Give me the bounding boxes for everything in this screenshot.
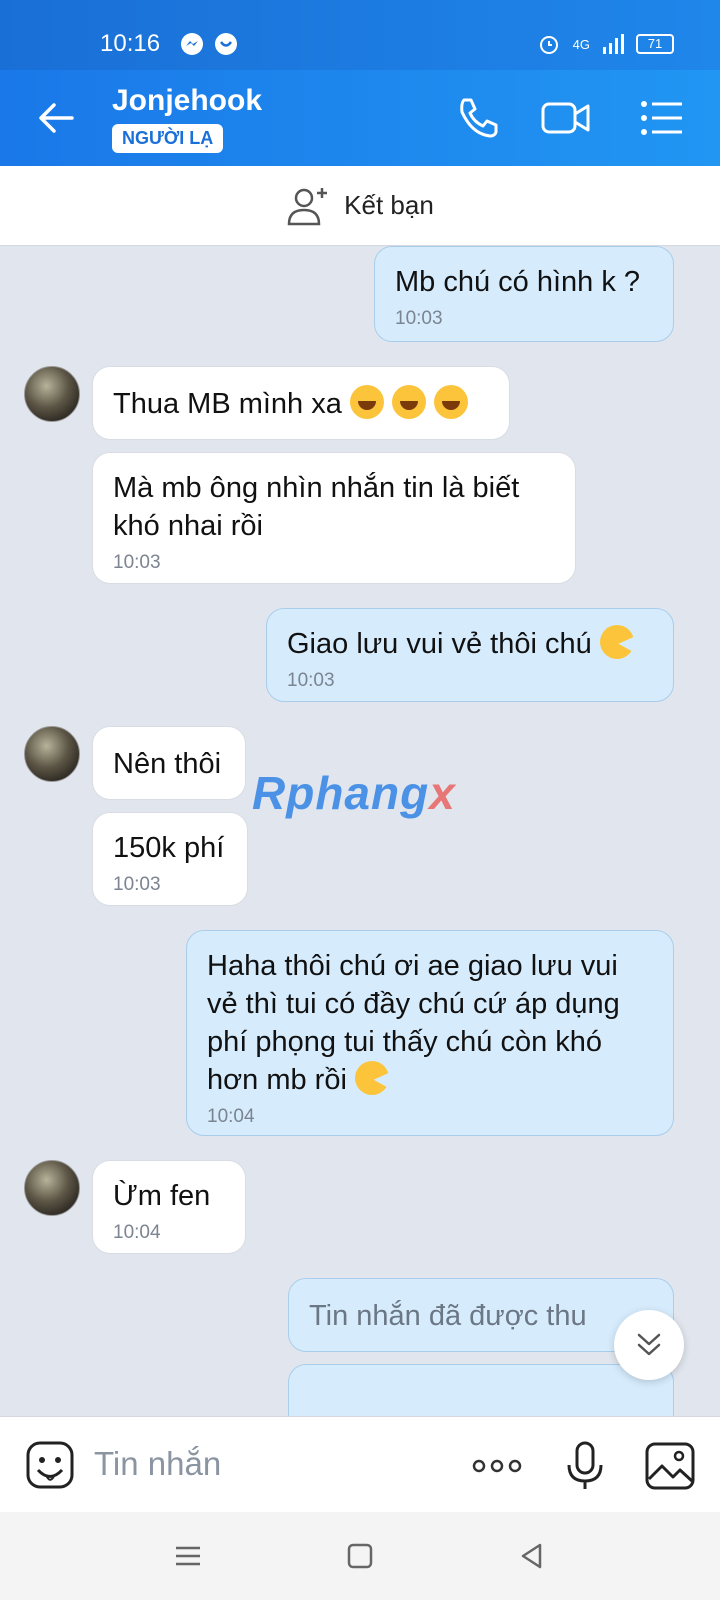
status-bar: 10:16 4G 71	[0, 0, 720, 70]
pacman-emoji-icon	[354, 1061, 389, 1095]
contact-avatar[interactable]	[24, 1160, 80, 1216]
contact-avatar[interactable]	[24, 366, 80, 422]
message-text: Thua MB mình xa	[113, 388, 342, 420]
message-text: Haha thôi chú ơi ae giao lưu vui vẻ thì …	[207, 950, 620, 1096]
laughing-emoji-icon	[391, 385, 426, 419]
network-type: 4G	[572, 36, 590, 52]
chat-header: Jonjehook NGƯỜI LẠ	[0, 70, 720, 166]
image-gallery-icon[interactable]	[644, 1439, 698, 1493]
scroll-to-bottom-button[interactable]	[614, 1310, 684, 1380]
alarm-icon	[539, 36, 558, 54]
pacman-emoji-icon	[599, 625, 634, 659]
recent-apps-icon[interactable]	[170, 1538, 206, 1574]
contact-name[interactable]: Jonjehook	[112, 84, 262, 118]
message-bubble-in[interactable]: Thua MB mình xa	[92, 366, 510, 440]
message-list[interactable]: Mb chú có hình k ? 10:03 Thua MB mình xa…	[0, 246, 720, 1416]
menu-list-icon[interactable]	[636, 94, 688, 142]
message-bubble-out[interactable]: Haha thôi chú ơi ae giao lưu vui vẻ thì …	[186, 930, 674, 1136]
stranger-badge: NGƯỜI LẠ	[112, 124, 224, 153]
message-time: 10:04	[113, 1222, 161, 1243]
message-time: 10:03	[113, 552, 161, 573]
phone-call-icon[interactable]	[452, 94, 504, 142]
video-call-icon[interactable]	[540, 94, 592, 142]
add-friend-bar[interactable]: Kết bạn	[0, 166, 720, 246]
message-time: 10:03	[395, 308, 443, 329]
message-text: Ừm fen	[113, 1180, 211, 1212]
back-triangle-icon[interactable]	[514, 1538, 550, 1574]
double-chevron-down-icon	[637, 1333, 661, 1356]
laughing-emoji-icon	[433, 385, 468, 419]
message-time: 10:04	[207, 1106, 255, 1127]
message-text: Giao lưu vui vẻ thôi chú	[287, 628, 592, 660]
more-options-icon[interactable]	[470, 1439, 524, 1493]
battery-icon: 71	[636, 34, 674, 54]
status-time: 10:16	[100, 30, 161, 57]
message-bubble-in[interactable]: Mà mb ông nhìn nhắn tin là biết khó nhai…	[92, 452, 576, 584]
home-icon[interactable]	[342, 1538, 378, 1574]
chat-heart-icon	[215, 33, 237, 55]
message-bubble-out[interactable]	[288, 1364, 674, 1416]
add-friend-icon	[287, 187, 328, 225]
message-time: 10:03	[113, 874, 161, 895]
message-time: 10:03	[287, 670, 335, 691]
system-navigation-bar	[0, 1512, 720, 1600]
message-bubble-out[interactable]: Giao lưu vui vẻ thôi chú 10:03	[266, 608, 674, 702]
back-arrow-icon[interactable]	[30, 92, 82, 144]
contact-avatar[interactable]	[24, 726, 80, 782]
message-bubble-in[interactable]: Ừm fen 10:04	[92, 1160, 246, 1254]
messenger-icon	[181, 33, 203, 55]
message-bubble-out[interactable]: Mb chú có hình k ? 10:03	[374, 246, 674, 342]
laughing-emoji-icon	[349, 385, 384, 419]
message-input[interactable]: Tin nhắn	[94, 1445, 221, 1483]
message-text: Mà mb ông nhìn nhắn tin là biết khó nhai…	[113, 472, 520, 542]
sticker-emoji-icon[interactable]	[24, 1439, 78, 1493]
message-text: Nên thôi	[113, 748, 222, 780]
message-text: 150k phí	[113, 832, 225, 864]
add-friend-label: Kết bạn	[344, 190, 434, 220]
microphone-icon[interactable]	[558, 1439, 612, 1493]
watermark-logo: Rphangx	[252, 767, 456, 819]
message-bubble-in[interactable]: 150k phí 10:03	[92, 812, 248, 906]
message-text: Tin nhắn đã được thu	[309, 1300, 587, 1332]
message-text: Mb chú có hình k ?	[395, 266, 641, 298]
message-bubble-in[interactable]: Nên thôi	[92, 726, 246, 800]
message-input-bar: Tin nhắn	[0, 1416, 720, 1512]
signal-icon	[603, 34, 624, 54]
